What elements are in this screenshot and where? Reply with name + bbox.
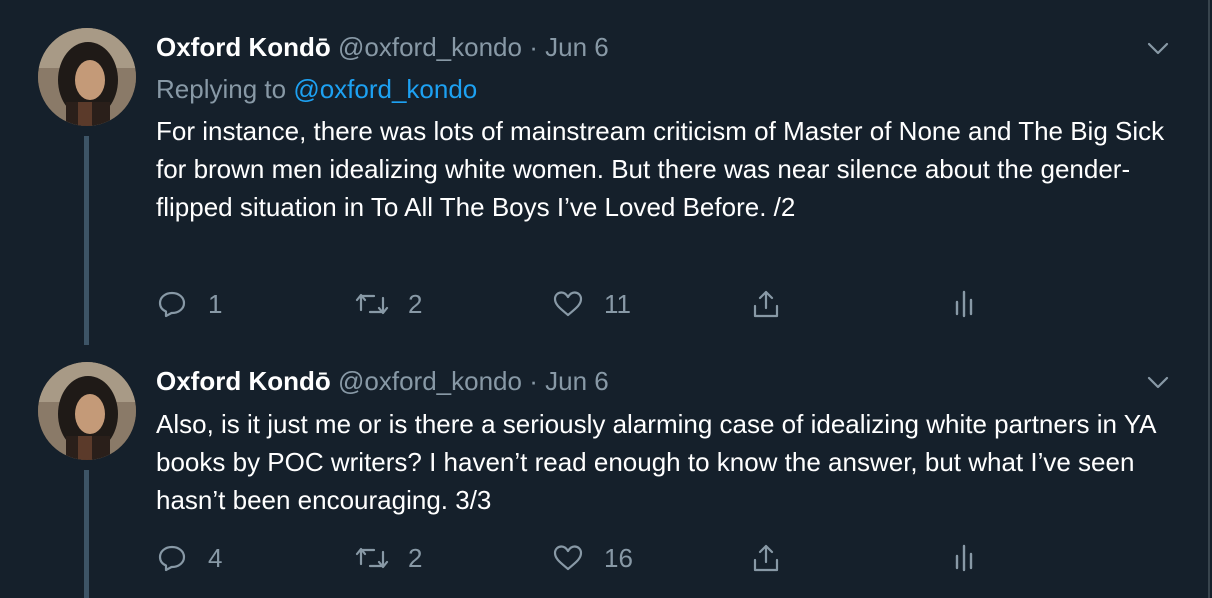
timeline: Oxford Kondō @oxford_kondo · Jun 6 Reply… — [0, 0, 1210, 598]
tweet[interactable]: Oxford Kondō @oxford_kondo · Jun 6 Also,… — [0, 345, 1208, 598]
display-name[interactable]: Oxford Kondō — [156, 32, 331, 62]
chevron-down-icon[interactable] — [1146, 36, 1170, 60]
avatar-image — [38, 28, 136, 126]
tweet-actions: 1 2 11 — [156, 286, 1156, 322]
heart-icon — [553, 545, 583, 571]
like-count: 11 — [604, 288, 631, 319]
share-icon — [753, 290, 779, 318]
reply-button[interactable]: 4 — [156, 540, 222, 576]
user-handle[interactable]: @oxford_kondo — [338, 366, 522, 396]
share-icon — [753, 544, 779, 572]
analytics-icon — [955, 290, 973, 318]
user-handle[interactable]: @oxford_kondo — [338, 32, 522, 62]
retweet-icon — [355, 547, 389, 569]
retweet-count: 2 — [408, 542, 423, 573]
tweet-header: Oxford Kondō @oxford_kondo · Jun 6 — [156, 32, 609, 62]
share-button[interactable] — [750, 540, 782, 576]
tweet-header: Oxford Kondō @oxford_kondo · Jun 6 — [156, 366, 609, 396]
tweet-date[interactable]: Jun 6 — [545, 366, 609, 396]
analytics-button[interactable] — [948, 286, 980, 322]
retweet-button[interactable]: 2 — [354, 286, 422, 322]
thread-line — [84, 470, 89, 598]
tweet-text: For instance, there was lots of mainstre… — [156, 116, 1165, 222]
display-name[interactable]: Oxford Kondō — [156, 366, 331, 396]
like-button[interactable]: 16 — [552, 540, 633, 576]
heart-icon — [553, 291, 583, 317]
reply-count: 1 — [208, 288, 223, 319]
share-button[interactable] — [750, 286, 782, 322]
tweet-text: Also, is it just me or is there a seriou… — [156, 409, 1156, 515]
like-button[interactable]: 11 — [552, 286, 631, 322]
analytics-button[interactable] — [948, 540, 980, 576]
retweet-count: 2 — [408, 288, 423, 319]
separator-dot: · — [529, 366, 538, 396]
replying-to-mention[interactable]: @oxford_kondo — [293, 74, 477, 104]
reply-button[interactable]: 1 — [156, 286, 222, 322]
retweet-icon — [355, 293, 389, 315]
chevron-down-icon[interactable] — [1146, 370, 1170, 394]
reply-icon — [158, 291, 186, 318]
thread-line — [84, 136, 89, 345]
avatar[interactable] — [38, 362, 136, 460]
tweet-date[interactable]: Jun 6 — [545, 32, 609, 62]
avatar[interactable] — [38, 28, 136, 126]
retweet-button[interactable]: 2 — [354, 540, 422, 576]
replying-to-label: Replying to — [156, 74, 287, 104]
tweet-actions: 4 2 16 — [156, 540, 1156, 576]
analytics-icon — [955, 544, 973, 572]
avatar-image — [38, 362, 136, 460]
replying-to-line: Replying to @oxford_kondo — [156, 74, 477, 104]
tweet[interactable]: Oxford Kondō @oxford_kondo · Jun 6 Reply… — [0, 0, 1208, 345]
reply-icon — [158, 545, 186, 572]
like-count: 16 — [604, 542, 633, 573]
reply-count: 4 — [208, 542, 223, 573]
separator-dot: · — [529, 32, 538, 62]
